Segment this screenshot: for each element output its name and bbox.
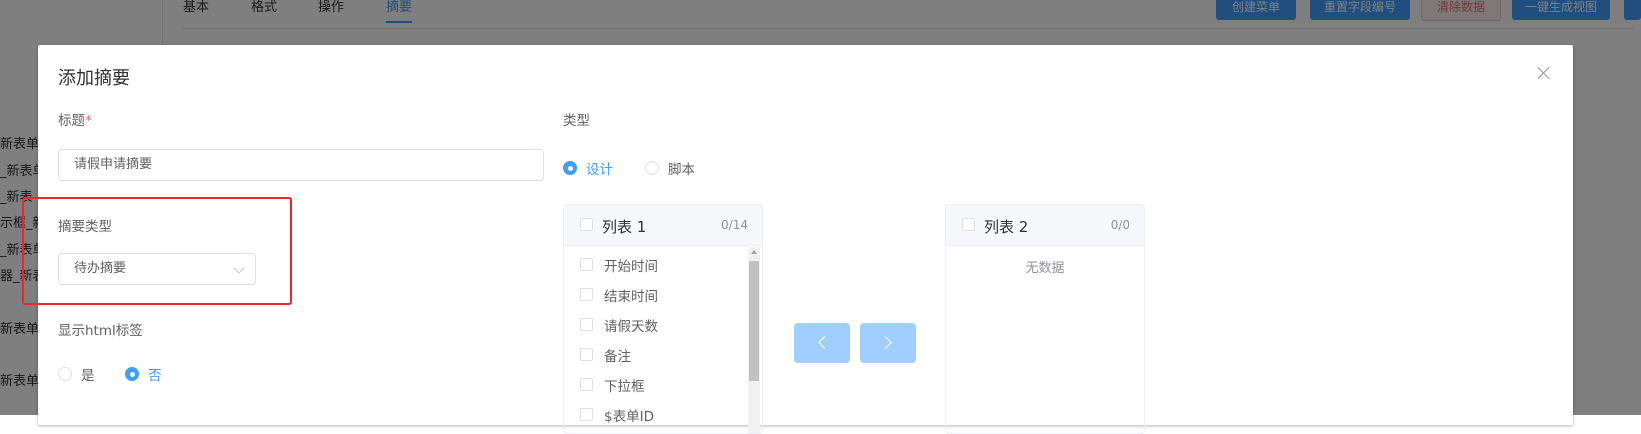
select-all-checkbox[interactable] [962, 218, 975, 231]
select-all-checkbox[interactable] [580, 218, 593, 231]
list-item[interactable]: 下拉框 [564, 369, 746, 399]
required-mark: * [85, 113, 92, 129]
transfer-left-title: 列表 1 [602, 218, 647, 236]
radio-checked-icon [125, 367, 139, 381]
transfer-right-panel: 列表 2 0/0 无数据 [945, 204, 1145, 434]
move-right-button[interactable] [860, 323, 916, 363]
checkbox[interactable] [580, 378, 593, 391]
move-left-button[interactable] [794, 323, 850, 363]
list-item[interactable]: 请假天数 [564, 309, 746, 339]
title-input[interactable]: 请假申请摘要 [58, 149, 544, 181]
chevron-right-icon [879, 336, 892, 349]
summary-type-label: 摘要类型 [58, 219, 112, 235]
transfer-right-count: 0/0 [1110, 218, 1130, 232]
show-html-yes-radio[interactable]: 是 [58, 364, 95, 384]
transfer-left-header: 列表 1 0/14 [564, 205, 762, 246]
scrollbar[interactable] [748, 247, 760, 433]
type-script-radio[interactable]: 脚本 [645, 158, 695, 178]
empty-text: 无数据 [1025, 261, 1065, 276]
transfer-right-title: 列表 2 [984, 218, 1029, 236]
transfer-left-panel: 列表 1 0/14 开始时间 结束时间 请假天数 备注 下拉框 $表单ID [563, 204, 763, 434]
highlight-box [22, 197, 292, 305]
show-html-label: 显示html标签 [58, 323, 143, 339]
transfer-right-header: 列表 2 0/0 [946, 205, 1144, 246]
checkbox[interactable] [580, 258, 593, 271]
checkbox[interactable] [580, 288, 593, 301]
list-item[interactable]: 结束时间 [564, 279, 746, 309]
type-label: 类型 [563, 113, 590, 129]
radio-circle-icon [645, 161, 659, 175]
checkbox[interactable] [580, 318, 593, 331]
show-html-no-radio[interactable]: 否 [125, 364, 162, 384]
summary-type-select[interactable]: 待办摘要 [58, 253, 256, 285]
checkbox[interactable] [580, 348, 593, 361]
transfer-left-count: 0/14 [721, 218, 748, 232]
title-label: 标题* [58, 113, 92, 129]
radio-circle-icon [58, 367, 72, 381]
dialog-title: 添加摘要 [58, 68, 130, 89]
close-icon[interactable] [1537, 66, 1551, 80]
add-summary-dialog: 添加摘要 标题* 请假申请摘要 摘要类型 待办摘要 显示html标签 是 否 类… [22, 45, 1573, 434]
list-item[interactable]: 开始时间 [564, 249, 746, 279]
chevron-down-icon [233, 262, 245, 274]
list-item[interactable]: 备注 [564, 339, 746, 369]
type-design-radio[interactable]: 设计 [563, 158, 613, 178]
list-item[interactable]: $表单ID [564, 399, 746, 429]
summary-type-value: 待办摘要 [74, 261, 127, 276]
scroll-up-icon[interactable] [751, 250, 757, 254]
scrollbar-thumb[interactable] [749, 261, 759, 381]
chevron-left-icon [818, 336, 831, 349]
radio-checked-icon [563, 161, 577, 175]
